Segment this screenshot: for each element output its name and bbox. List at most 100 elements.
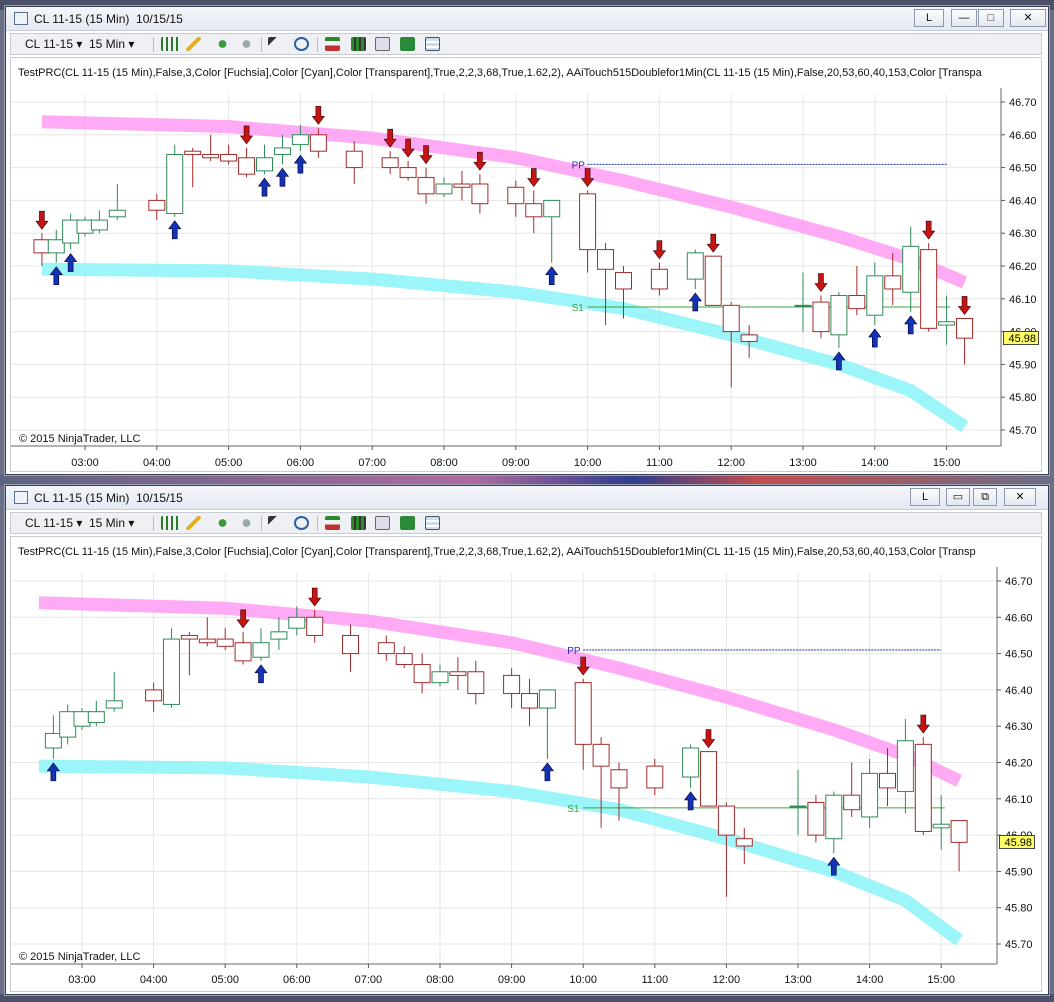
minimize-button[interactable]: ▭ bbox=[946, 488, 970, 506]
price-chart[interactable]: 03:00 04:00 05:00 06:00 07:00 08:00 09:00 10:00… bbox=[11, 537, 1041, 991]
candle-body bbox=[413, 663, 431, 684]
x-tick-label: 06:00 bbox=[283, 974, 311, 986]
pivot-s1-label: S1 bbox=[567, 804, 580, 815]
x-tick-label: 09:00 bbox=[502, 457, 530, 469]
candle-body bbox=[62, 219, 80, 244]
window-title: CL 11-15 (15 Min) 10/15/15 bbox=[34, 491, 183, 505]
chart-properties-icon[interactable] bbox=[375, 516, 390, 530]
candle-body bbox=[184, 150, 202, 155]
toolbar-separator bbox=[317, 37, 318, 52]
y-tick-label: 45.90 bbox=[1009, 359, 1037, 371]
title-bar[interactable]: CL 11-15 (15 Min) 10/15/15 L ▭ ⧉ ✕ bbox=[6, 486, 1048, 510]
sell-arrow-icon bbox=[527, 168, 541, 188]
chart-window-top[interactable]: CL 11-15 (15 Min) 10/15/15 L — □ ✕ CL 11… bbox=[5, 6, 1049, 475]
strategies-icon[interactable] bbox=[351, 37, 366, 51]
candle-body bbox=[108, 209, 126, 218]
bar-style-icon[interactable] bbox=[161, 516, 179, 530]
candle-body bbox=[163, 638, 180, 705]
interval-selector[interactable]: 15 Min ▾ bbox=[89, 516, 134, 530]
bar-style-icon[interactable] bbox=[161, 37, 179, 51]
y-tick-label: 46.60 bbox=[1005, 612, 1033, 624]
chart-panel[interactable]: TestPRC(CL 11-15 (15 Min),False,3,Color … bbox=[10, 536, 1042, 992]
y-tick-label: 46.10 bbox=[1005, 794, 1033, 806]
chevron-down-icon: ▾ bbox=[76, 37, 83, 51]
candle-body bbox=[399, 167, 417, 178]
dollar-icon[interactable] bbox=[400, 37, 415, 51]
chart-panel[interactable]: TestPRC(CL 11-15 (15 Min),False,3,Color … bbox=[10, 57, 1042, 472]
chart-toolbar: CL 11-15 ▾ 15 Min ▾ bbox=[10, 33, 1042, 55]
link-button[interactable]: L bbox=[910, 488, 940, 506]
candle-body bbox=[938, 321, 956, 326]
candle-body bbox=[914, 743, 932, 832]
instrument-selector[interactable]: CL 11-15 ▾ bbox=[25, 516, 82, 530]
candle-body bbox=[202, 153, 220, 159]
copyright-text: © 2015 NinjaTrader, LLC bbox=[19, 433, 141, 445]
candle-body bbox=[449, 671, 467, 676]
link-button[interactable]: L bbox=[914, 9, 944, 27]
close-button[interactable]: ✕ bbox=[1004, 488, 1036, 506]
instrument-selector[interactable]: CL 11-15 ▾ bbox=[25, 37, 82, 51]
candle-body bbox=[650, 268, 668, 290]
maximize-button[interactable]: □ bbox=[978, 9, 1004, 27]
strategies-icon[interactable] bbox=[351, 516, 366, 530]
magnifier-icon[interactable] bbox=[294, 516, 309, 530]
indicators-icon[interactable] bbox=[325, 37, 340, 51]
candle-body bbox=[252, 642, 270, 658]
x-tick-label: 09:00 bbox=[498, 974, 526, 986]
zoom-in-icon[interactable] bbox=[215, 37, 230, 51]
data-box-icon[interactable] bbox=[425, 516, 440, 530]
y-tick-label: 46.20 bbox=[1005, 758, 1033, 770]
x-tick-label: 13:00 bbox=[784, 974, 812, 986]
candle-body bbox=[467, 671, 485, 695]
minimize-button[interactable]: — bbox=[951, 9, 977, 27]
cursor-icon[interactable] bbox=[268, 37, 283, 51]
candle-body bbox=[431, 671, 449, 684]
candle-body bbox=[87, 711, 105, 724]
zoom-in-icon[interactable] bbox=[215, 516, 230, 530]
sell-arrow-icon bbox=[311, 105, 325, 125]
pivot-s1-label: S1 bbox=[572, 303, 585, 314]
last-price-tag: 45.98 bbox=[999, 835, 1035, 850]
x-tick-label: 06:00 bbox=[287, 457, 315, 469]
cursor-icon[interactable] bbox=[268, 516, 283, 530]
candle-body bbox=[682, 747, 700, 778]
dollar-icon[interactable] bbox=[400, 516, 415, 530]
magnifier-icon[interactable] bbox=[294, 37, 309, 51]
maximize-button[interactable]: ⧉ bbox=[973, 488, 997, 506]
candle-body bbox=[453, 183, 471, 188]
candle-body bbox=[381, 157, 399, 169]
data-box-icon[interactable] bbox=[425, 37, 440, 51]
x-tick-label: 12:00 bbox=[713, 974, 741, 986]
zoom-out-icon[interactable] bbox=[239, 516, 254, 530]
candle-body bbox=[73, 711, 91, 727]
interval-selector[interactable]: 15 Min ▾ bbox=[89, 37, 134, 51]
close-button[interactable]: ✕ bbox=[1010, 9, 1046, 27]
chart-properties-icon[interactable] bbox=[375, 37, 390, 51]
drawing-tool-icon[interactable] bbox=[186, 37, 201, 51]
candle-body bbox=[592, 743, 610, 767]
price-chart[interactable]: 03:00 04:00 05:00 06:00 07:00 08:00 09:00 10:00… bbox=[11, 58, 1041, 471]
toolbar-separator bbox=[261, 516, 262, 531]
sell-arrow-icon bbox=[922, 220, 936, 240]
zoom-out-icon[interactable] bbox=[239, 37, 254, 51]
candle-body bbox=[884, 275, 902, 290]
toolbar-separator bbox=[261, 37, 262, 52]
candle-body bbox=[717, 805, 735, 836]
pivot-pp-label: PP bbox=[572, 160, 586, 171]
x-tick-label: 03:00 bbox=[68, 974, 96, 986]
sell-arrow-icon bbox=[652, 240, 666, 260]
buy-arrow-icon bbox=[257, 177, 272, 197]
x-tick-label: 04:00 bbox=[143, 457, 171, 469]
indicators-icon[interactable] bbox=[325, 516, 340, 530]
title-bar[interactable]: CL 11-15 (15 Min) 10/15/15 L — □ ✕ bbox=[6, 7, 1048, 31]
y-tick-label: 46.70 bbox=[1009, 97, 1037, 109]
candle-body bbox=[345, 150, 363, 169]
candle-body bbox=[105, 700, 123, 709]
sell-arrow-icon bbox=[308, 587, 322, 607]
chart-window-bottom[interactable]: CL 11-15 (15 Min) 10/15/15 L ▭ ⧉ ✕ CL 11… bbox=[5, 485, 1049, 995]
drawing-tool-icon[interactable] bbox=[186, 516, 201, 530]
y-tick-label: 46.40 bbox=[1005, 685, 1033, 697]
buy-arrow-icon bbox=[168, 220, 182, 240]
candle-body bbox=[866, 275, 884, 316]
candle-body bbox=[471, 183, 489, 205]
